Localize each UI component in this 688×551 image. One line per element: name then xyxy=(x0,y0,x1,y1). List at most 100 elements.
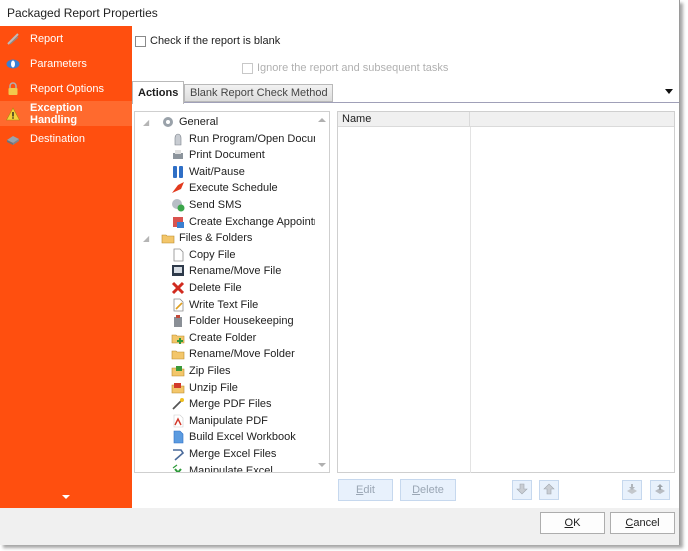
pdf-icon xyxy=(171,414,185,428)
tree-item[interactable]: Wait/Pause xyxy=(171,164,245,180)
tree-group-label: General xyxy=(179,116,219,128)
sidebar-item-exception-handling[interactable]: Exception Handling xyxy=(0,101,132,126)
tree-item[interactable]: Copy File xyxy=(171,247,235,263)
ignore-report-checkbox[interactable] xyxy=(242,62,253,74)
ignore-report-row: Ignore the report and subsequent tasks xyxy=(242,62,448,74)
sidebar-item-report-options[interactable]: Report Options xyxy=(0,76,132,101)
warning-icon xyxy=(6,106,20,121)
tree-item[interactable]: Build Excel Workbook xyxy=(171,429,296,445)
tree-item[interactable]: Manipulate Excel xyxy=(171,463,273,473)
merge-excel-icon xyxy=(171,447,185,461)
printer-icon xyxy=(171,148,185,162)
tree-item[interactable]: Execute Schedule xyxy=(171,180,278,196)
rename-file-icon xyxy=(171,264,185,278)
edit-button[interactable]: Edit xyxy=(338,479,393,501)
tree-item-label: Create Exchange Appointment xyxy=(189,215,330,228)
tree-item[interactable]: Create Exchange Appointment xyxy=(171,214,330,230)
scroll-up-icon[interactable] xyxy=(318,118,326,122)
import-button[interactable] xyxy=(622,480,642,500)
cancel-label: Cancel xyxy=(625,517,660,529)
tree-item[interactable]: Run Program/Open Document xyxy=(171,131,330,147)
tree-item[interactable]: Zip Files xyxy=(171,363,231,379)
tree-item-label: Print Document xyxy=(189,149,265,162)
tree-item-label: Folder Housekeeping xyxy=(189,315,294,328)
create-folder-icon xyxy=(171,331,185,345)
tree-item-label: Write Text File xyxy=(189,298,259,311)
move-up-button[interactable] xyxy=(539,480,559,500)
scroll-down-icon[interactable] xyxy=(318,463,326,467)
arrow-up-icon xyxy=(543,483,555,498)
gear-icon xyxy=(161,115,175,129)
tree-item[interactable]: Delete File xyxy=(171,280,242,296)
excel-workbook-icon xyxy=(171,430,185,444)
export-button[interactable] xyxy=(650,480,670,500)
export-icon xyxy=(654,483,666,498)
sidebar-item-label: Parameters xyxy=(30,57,87,70)
window-title: Packaged Report Properties xyxy=(7,6,158,20)
tree-item[interactable]: Merge Excel Files xyxy=(171,446,276,462)
arrow-down-icon xyxy=(516,483,528,498)
tree-item-label: Rename/Move File xyxy=(189,265,282,278)
tree-item[interactable]: Create Folder xyxy=(171,330,256,346)
tree-item[interactable]: Rename/Move Folder xyxy=(171,346,295,362)
tree-item[interactable]: Manipulate PDF xyxy=(171,413,268,429)
tree-group[interactable]: ◢ General xyxy=(143,114,218,130)
folder-icon xyxy=(161,231,175,245)
move-down-button[interactable] xyxy=(512,480,532,500)
tab-dropdown-icon[interactable] xyxy=(665,89,673,94)
chevron-down-icon[interactable] xyxy=(62,495,70,499)
tree-item[interactable]: Rename/Move File xyxy=(171,263,281,279)
tree-item-label: Delete File xyxy=(189,282,242,294)
edit-label: Edit xyxy=(356,484,375,496)
sidebar-item-label: Report Options xyxy=(30,82,104,95)
calendar-icon xyxy=(171,215,185,229)
tab-actions[interactable]: Actions xyxy=(132,81,184,104)
sidebar-item-report[interactable]: Report xyxy=(0,26,132,51)
actions-grid[interactable]: Name xyxy=(337,111,675,473)
delete-button[interactable]: Delete xyxy=(400,479,456,501)
tree-item[interactable]: Write Text File xyxy=(171,297,258,313)
tree-item-label: Create Folder xyxy=(189,331,257,344)
dialog-window: Packaged Report Properties Report Parame… xyxy=(0,0,680,545)
sidebar-item-parameters[interactable]: Parameters xyxy=(0,51,132,76)
column-header-name[interactable]: Name xyxy=(338,112,470,127)
rename-folder-icon xyxy=(171,347,185,361)
tree-scrollbar[interactable] xyxy=(315,112,329,472)
delete-label: Delete xyxy=(412,484,444,496)
tree-item-label: Run Program/Open Document xyxy=(189,132,330,145)
tree-item-label: Manipulate Excel xyxy=(189,464,273,473)
printer-icon xyxy=(6,132,20,146)
tree-item-label: Build Excel Workbook xyxy=(189,431,296,444)
sidebar-item-label: Report xyxy=(30,32,64,45)
tab-blank-report-check-method[interactable]: Blank Report Check Method xyxy=(184,84,333,102)
ok-button[interactable]: OK xyxy=(540,512,605,534)
tree-item-label: Merge PDF Files xyxy=(189,398,272,411)
housekeeping-icon xyxy=(171,314,185,328)
lock-icon xyxy=(6,81,20,96)
copy-file-icon xyxy=(171,248,185,262)
cancel-button[interactable]: Cancel xyxy=(610,512,675,534)
tree-group[interactable]: ◢ Files & Folders xyxy=(143,230,252,246)
sidebar-item-destination[interactable]: Destination xyxy=(0,126,132,151)
tree-item[interactable]: Send SMS xyxy=(171,197,242,213)
wand-icon xyxy=(6,32,20,46)
pause-icon xyxy=(171,165,185,179)
grid-header: Name xyxy=(338,112,674,127)
tree-item[interactable]: Folder Housekeeping xyxy=(171,313,294,329)
tree-item[interactable]: Unzip File xyxy=(171,380,238,396)
tree-item-label: Execute Schedule xyxy=(189,182,278,195)
tree-item-label: Manipulate PDF xyxy=(189,414,268,427)
tree-item-label: Zip Files xyxy=(189,365,231,377)
sidebar: Report Parameters Report Options Excepti… xyxy=(0,26,132,508)
unzip-icon xyxy=(171,381,185,395)
expand-collapse-icon[interactable]: ◢ xyxy=(143,234,153,243)
tree-item[interactable]: Print Document xyxy=(171,147,265,163)
tab-strip: Actions Blank Report Check Method xyxy=(132,81,679,104)
actions-tree[interactable]: ◢ General Run Program/Open Document Print D… xyxy=(134,111,330,473)
expand-collapse-icon[interactable]: ◢ xyxy=(143,118,153,127)
tree-item[interactable]: Merge PDF Files xyxy=(171,396,272,412)
check-blank-row[interactable]: Check if the report is blank xyxy=(135,35,280,47)
import-icon xyxy=(626,483,638,498)
check-blank-checkbox[interactable] xyxy=(135,35,146,47)
main-panel: Check if the report is blank Ignore the … xyxy=(132,26,679,508)
